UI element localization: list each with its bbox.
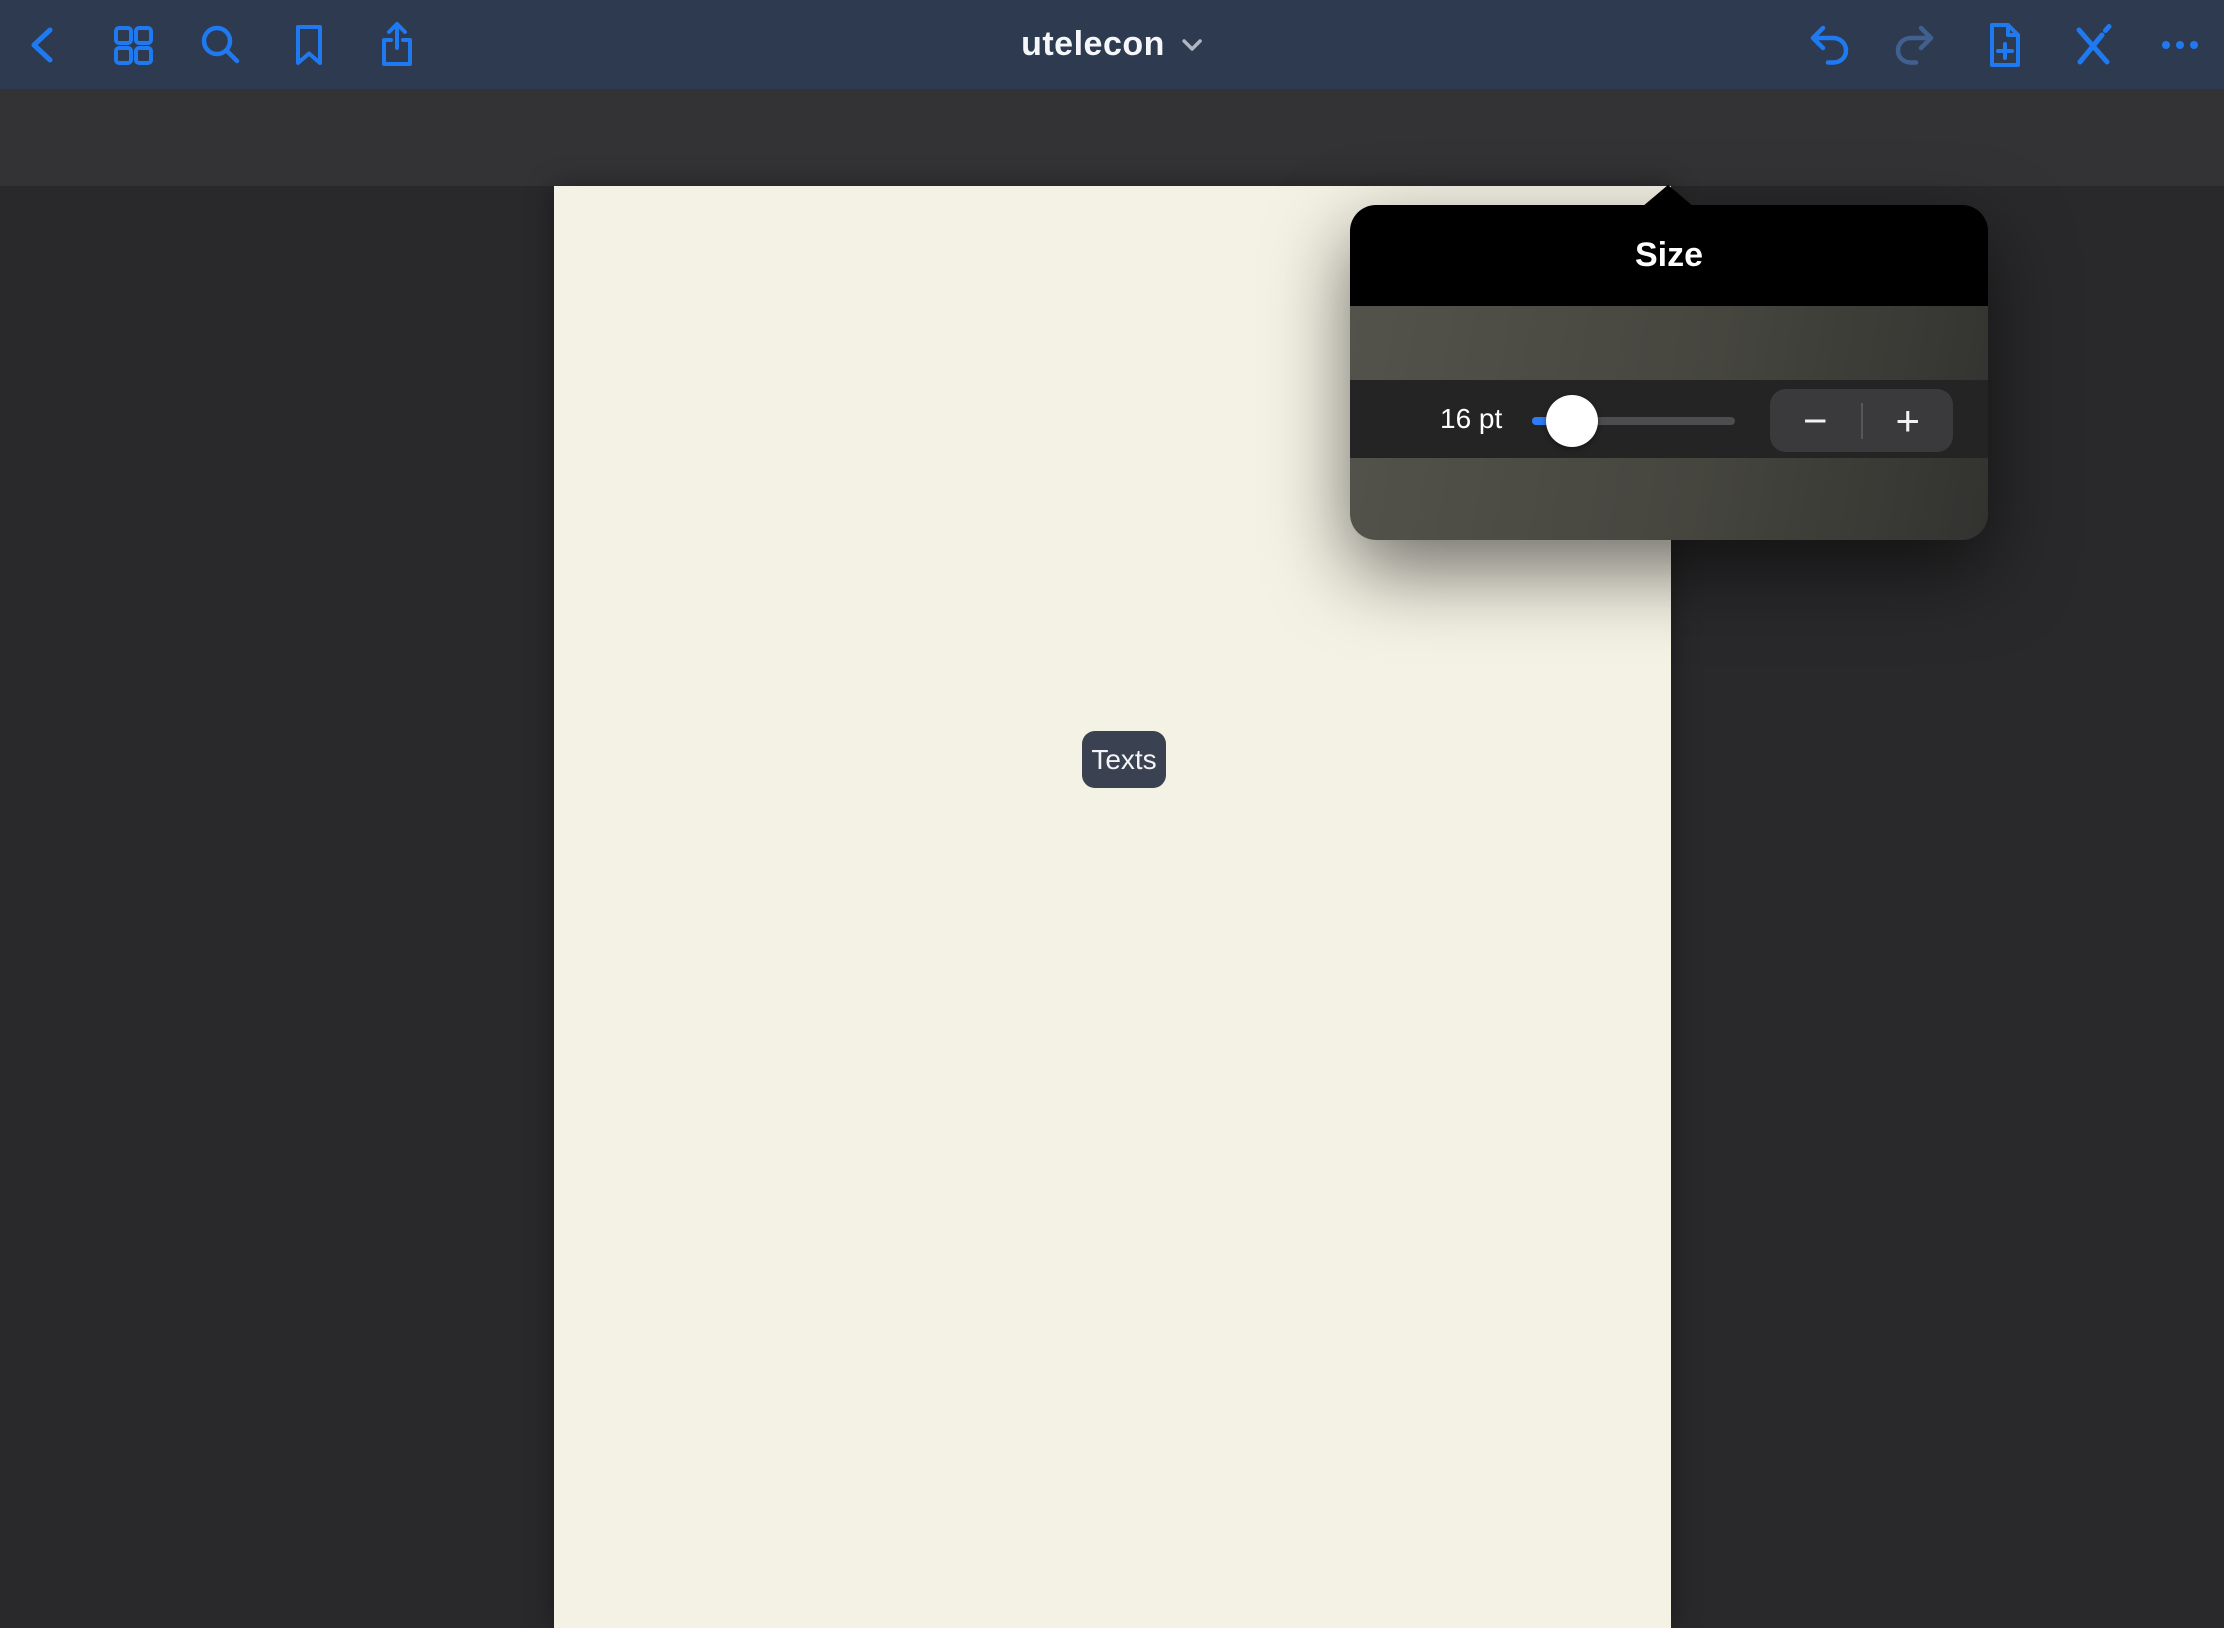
size-slider-row: 16 pt − +	[1350, 380, 1988, 458]
redo-button[interactable]	[1888, 17, 1944, 73]
topbar-right-group	[1800, 0, 2208, 89]
back-button[interactable]	[17, 17, 73, 73]
undo-button[interactable]	[1800, 17, 1856, 73]
back-icon	[17, 17, 73, 73]
popover-arrow	[1642, 185, 1694, 207]
more-icon	[2152, 17, 2208, 73]
size-slider-knob[interactable]	[1546, 395, 1598, 447]
top-navigation-bar: utelecon	[0, 0, 2224, 89]
topbar-left-group	[17, 0, 425, 89]
undo-icon	[1800, 17, 1856, 73]
thumbnails-grid-icon	[105, 17, 161, 73]
thumbnails-button[interactable]	[105, 17, 161, 73]
stylus-toggle-button[interactable]	[2064, 17, 2120, 73]
share-button[interactable]	[369, 17, 425, 73]
size-stepper: − +	[1770, 389, 1953, 452]
decrease-size-button[interactable]: −	[1770, 389, 1861, 452]
search-icon	[193, 17, 249, 73]
add-page-button[interactable]	[1976, 17, 2032, 73]
text-object[interactable]: Texts	[1082, 731, 1166, 788]
add-page-icon	[1976, 17, 2032, 73]
chevron-down-icon	[1181, 38, 1203, 52]
document-title: utelecon	[1021, 25, 1165, 64]
more-options-button[interactable]	[2152, 17, 2208, 73]
share-icon	[369, 17, 425, 73]
bookmark-button[interactable]	[281, 17, 337, 73]
size-popover: Size 16 pt − +	[1350, 205, 1988, 540]
popover-header: Size	[1350, 205, 1988, 306]
tool-ribbon: a	[0, 89, 2224, 186]
increase-size-button[interactable]: +	[1863, 389, 1954, 452]
stylus-disable-icon	[2064, 17, 2120, 73]
popover-body: 16 pt − +	[1350, 306, 1988, 540]
popover-title: Size	[1635, 236, 1703, 275]
redo-icon	[1888, 17, 1944, 73]
text-object-label: Texts	[1091, 744, 1156, 776]
size-readout: 16 pt	[1440, 380, 1502, 458]
document-title-button[interactable]: utelecon	[1021, 0, 1203, 89]
app-window: utelecon	[0, 0, 2224, 1628]
bookmark-icon	[281, 17, 337, 73]
search-button[interactable]	[193, 17, 249, 73]
